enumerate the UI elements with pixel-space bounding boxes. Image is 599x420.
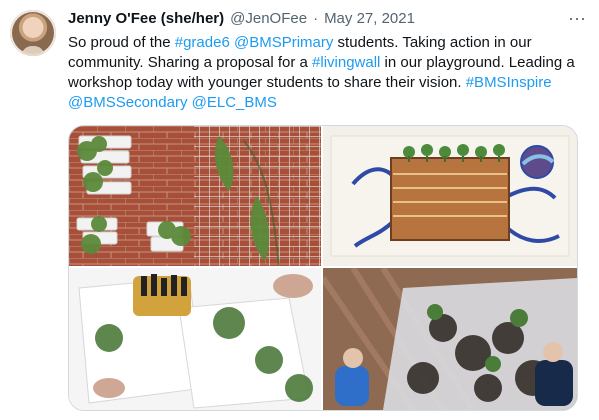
mention-elc-bms[interactable]: @ELC_BMS: [192, 94, 277, 111]
media-grid: [68, 125, 578, 411]
more-options-button[interactable]: ···: [567, 8, 587, 28]
media-divider-horizontal: [69, 266, 577, 268]
author-name[interactable]: Jenny O'Fee (she/her): [68, 10, 224, 27]
media-divider-vertical: [321, 126, 323, 410]
hashtag-bmsinspire[interactable]: #BMSInspire: [466, 74, 552, 91]
tweet-header: Jenny O'Fee (she/her) @JenOFee · May 27,…: [68, 10, 563, 30]
tweet-text-part: So proud of the: [68, 34, 175, 51]
photo-students-planting-table[interactable]: [69, 268, 321, 410]
photo-living-wall-drawing[interactable]: [323, 126, 577, 266]
tweet-date[interactable]: May 27, 2021: [324, 10, 415, 27]
tweet-text: So proud of the #grade6 @BMSPrimary stud…: [68, 33, 578, 113]
hashtag-livingwall[interactable]: #livingwall: [312, 54, 380, 71]
mention-bmsprimary[interactable]: @BMSPrimary: [234, 34, 333, 51]
hashtag-grade6[interactable]: #grade6: [175, 34, 230, 51]
author-avatar[interactable]: [10, 10, 56, 56]
more-horizontal-icon: ···: [568, 7, 586, 28]
photo-students-potting-soil[interactable]: [323, 268, 577, 410]
photo-brick-wall-planters[interactable]: [69, 126, 321, 266]
meta-separator: ·: [313, 10, 319, 27]
author-handle[interactable]: @JenOFee: [230, 10, 307, 27]
mention-bmssecondary[interactable]: @BMSSecondary: [68, 94, 187, 111]
